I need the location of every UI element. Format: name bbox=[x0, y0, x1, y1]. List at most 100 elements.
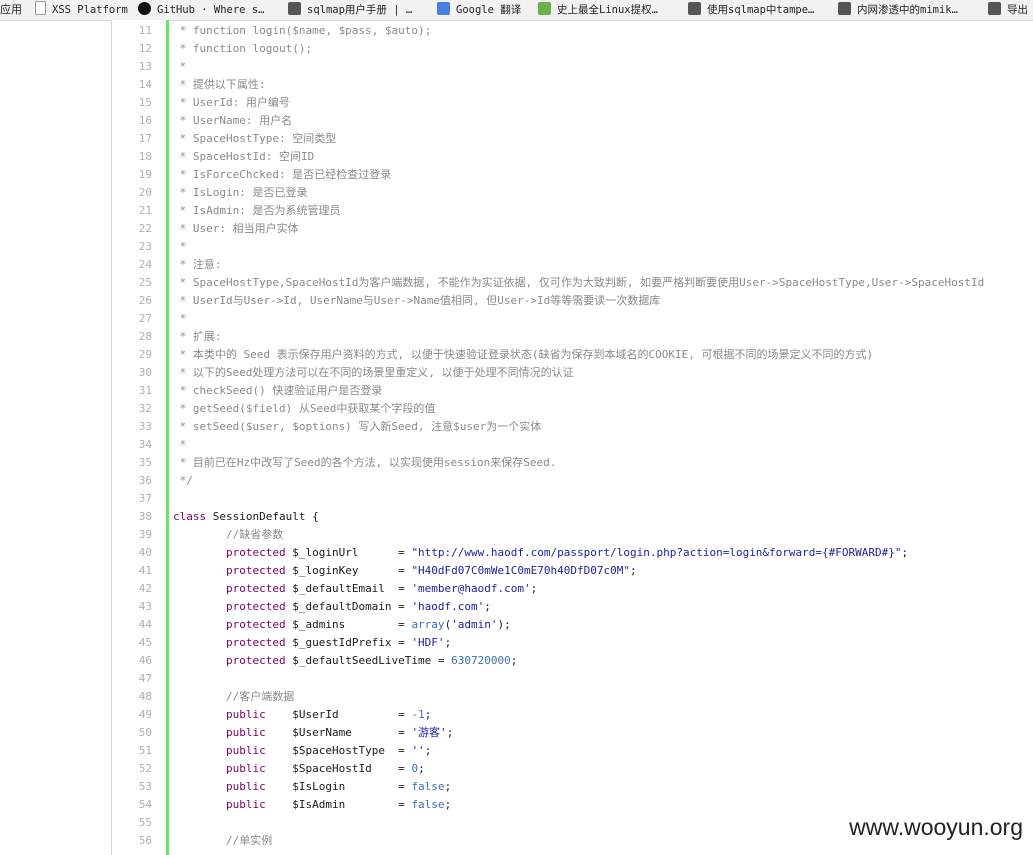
code-line: 53 public $IsLogin = false; bbox=[111, 778, 1033, 796]
code-line: 37 bbox=[111, 490, 1033, 508]
watermark: www.wooyun.org bbox=[849, 814, 1023, 840]
bookmark-sqlmap-manual[interactable]: sqlmap用户手册 | … bbox=[288, 0, 412, 20]
bookmark-label: 史上最全Linux提权… bbox=[557, 4, 658, 16]
code-text: * bbox=[173, 312, 187, 325]
code-text: * bbox=[173, 240, 187, 253]
code-text: //客户端数据 bbox=[173, 690, 295, 703]
code-text: public $SpaceHostType = ''; bbox=[225, 744, 432, 757]
code-line: 13 * bbox=[111, 58, 1033, 76]
code-line: 34 * bbox=[111, 436, 1033, 454]
line-number: 38 bbox=[138, 510, 152, 523]
f-icon bbox=[538, 2, 551, 15]
line-number: 19 bbox=[138, 168, 152, 181]
line-number: 42 bbox=[138, 582, 152, 595]
line-number: 25 bbox=[138, 276, 152, 289]
bookmark-google-translate[interactable]: Google 翻译 bbox=[437, 0, 521, 20]
line-number: 15 bbox=[138, 96, 152, 109]
line-number: 12 bbox=[138, 42, 152, 55]
code-line: 42 protected $_defaultEmail = 'member@ha… bbox=[111, 580, 1033, 598]
line-number: 52 bbox=[138, 762, 152, 775]
code-line: 22 * User: 相当用户实体 bbox=[111, 220, 1033, 238]
line-number: 45 bbox=[138, 636, 152, 649]
image-icon bbox=[838, 2, 851, 15]
code-line: 12 * function logout(); bbox=[111, 40, 1033, 58]
code-line: 25 * SpaceHostType,SpaceHostId为客户端数据, 不能… bbox=[111, 274, 1033, 292]
line-number: 22 bbox=[138, 222, 152, 235]
line-number: 37 bbox=[138, 492, 152, 505]
line-number: 55 bbox=[138, 816, 152, 829]
code-text: * 注意: bbox=[173, 258, 222, 271]
code-line: 43 protected $_defaultDomain = 'haodf.co… bbox=[111, 598, 1033, 616]
code-text: * bbox=[173, 438, 187, 451]
line-number: 53 bbox=[138, 780, 152, 793]
code-text: public $UserName = '游客'; bbox=[225, 726, 454, 739]
code-text: * 以下的Seed处理方法可以在不同的场景里重定义, 以便于处理不同情况的认证 bbox=[173, 366, 574, 379]
code-text: * UserId与User->Id, UserName与User->Name值相… bbox=[173, 294, 661, 307]
line-number: 41 bbox=[138, 564, 152, 577]
code-text: * SpaceHostType,SpaceHostId为客户端数据, 不能作为实… bbox=[173, 276, 985, 289]
bookmark-label: Google 翻译 bbox=[456, 4, 522, 16]
code-text: * UserId: 用户编号 bbox=[173, 96, 290, 109]
code-line: 48 //客户端数据 bbox=[111, 688, 1033, 706]
code-line: 26 * UserId与User->Id, UserName与User->Nam… bbox=[111, 292, 1033, 310]
code-line: 50 public $UserName = '游客'; bbox=[111, 724, 1033, 742]
code-text: //单实例 bbox=[173, 834, 273, 847]
line-number: 18 bbox=[138, 150, 152, 163]
code-text: * IsLogin: 是否已登录 bbox=[173, 186, 308, 199]
code-line: 18 * SpaceHostId: 空间ID bbox=[111, 148, 1033, 166]
code-text: protected $_guestIdPrefix = 'HDF'; bbox=[225, 636, 452, 649]
bookmark-linux-privesc[interactable]: 史上最全Linux提权… bbox=[538, 0, 658, 20]
bookmark-apps[interactable]: 应用 bbox=[0, 0, 22, 20]
line-number: 31 bbox=[138, 384, 152, 397]
code-line: 36 */ bbox=[111, 472, 1033, 490]
line-number: 30 bbox=[138, 366, 152, 379]
bookmark-label: sqlmap用户手册 | … bbox=[307, 4, 413, 16]
bookmark-label: GitHub · Where s… bbox=[157, 4, 265, 16]
code-text: * getSeed($field) 从Seed中获取某个字段的值 bbox=[173, 402, 436, 415]
code-text: public $IsLogin = false; bbox=[225, 780, 452, 793]
code-line: 47 bbox=[111, 670, 1033, 688]
bookmark-label: 使用sqlmap中tampe… bbox=[707, 4, 815, 16]
code-line: 31 * checkSeed() 快速验证用户是否登录 bbox=[111, 382, 1033, 400]
code-text: * SpaceHostId: 空间ID bbox=[173, 150, 315, 163]
line-number: 40 bbox=[138, 546, 152, 559]
code-text: * User: 相当用户实体 bbox=[173, 222, 299, 235]
bookmark-xss-platform[interactable]: XSS Platform bbox=[35, 0, 128, 20]
line-number: 36 bbox=[138, 474, 152, 487]
code-text: * 本类中的 Seed 表示保存用户资料的方式, 以便于快速验证登录状态(缺省为… bbox=[173, 348, 874, 361]
bookmark-sqlmap-tamper[interactable]: 使用sqlmap中tampe… bbox=[688, 0, 814, 20]
code-line: 15 * UserId: 用户编号 bbox=[111, 94, 1033, 112]
line-number: 32 bbox=[138, 402, 152, 415]
code-line: 17 * SpaceHostType: 空间类型 bbox=[111, 130, 1033, 148]
code-line: 30 * 以下的Seed处理方法可以在不同的场景里重定义, 以便于处理不同情况的… bbox=[111, 364, 1033, 382]
code-line: 16 * UserName: 用户名 bbox=[111, 112, 1033, 130]
code-line: 11 * function login($name, $pass, $auto)… bbox=[111, 22, 1033, 40]
code-text: * bbox=[173, 60, 187, 73]
line-number: 16 bbox=[138, 114, 152, 127]
bookmark-export[interactable]: 导出 bbox=[988, 0, 1028, 20]
bookmark-label: 导出 bbox=[1007, 4, 1028, 16]
code-text: * 提供以下属性: bbox=[173, 78, 266, 91]
code-text: public $IsAdmin = false; bbox=[225, 798, 452, 811]
line-number: 50 bbox=[138, 726, 152, 739]
line-number: 34 bbox=[138, 438, 152, 451]
code-text: * checkSeed() 快速验证用户是否登录 bbox=[173, 384, 383, 397]
line-number: 11 bbox=[138, 24, 152, 37]
line-number: 14 bbox=[138, 78, 152, 91]
line-number: 23 bbox=[138, 240, 152, 253]
line-number: 24 bbox=[138, 258, 152, 271]
bookmark-github[interactable]: GitHub · Where s… bbox=[138, 0, 264, 20]
code-text: */ bbox=[173, 474, 193, 487]
line-number: 54 bbox=[138, 798, 152, 811]
bookmark-mimikatz[interactable]: 内网渗透中的mimik… bbox=[838, 0, 958, 20]
code-line: 33 * setSeed($user, $options) 写入新Seed, 注… bbox=[111, 418, 1033, 436]
code-line: 29 * 本类中的 Seed 表示保存用户资料的方式, 以便于快速验证登录状态(… bbox=[111, 346, 1033, 364]
line-number: 48 bbox=[138, 690, 152, 703]
code-text: * 目前已在Hz中改写了Seed的各个方法, 以实现使用session来保存Se… bbox=[173, 456, 557, 469]
code-line: 44 protected $_admins = array('admin'); bbox=[111, 616, 1033, 634]
code-text: * UserName: 用户名 bbox=[173, 114, 293, 127]
bookmarks-bar: 应用 XSS Platform GitHub · Where s… sqlmap… bbox=[0, 0, 1033, 21]
code-line: 32 * getSeed($field) 从Seed中获取某个字段的值 bbox=[111, 400, 1033, 418]
bookmark-label: 应用 bbox=[0, 3, 22, 16]
code-text: public $SpaceHostId = 0; bbox=[225, 762, 425, 775]
